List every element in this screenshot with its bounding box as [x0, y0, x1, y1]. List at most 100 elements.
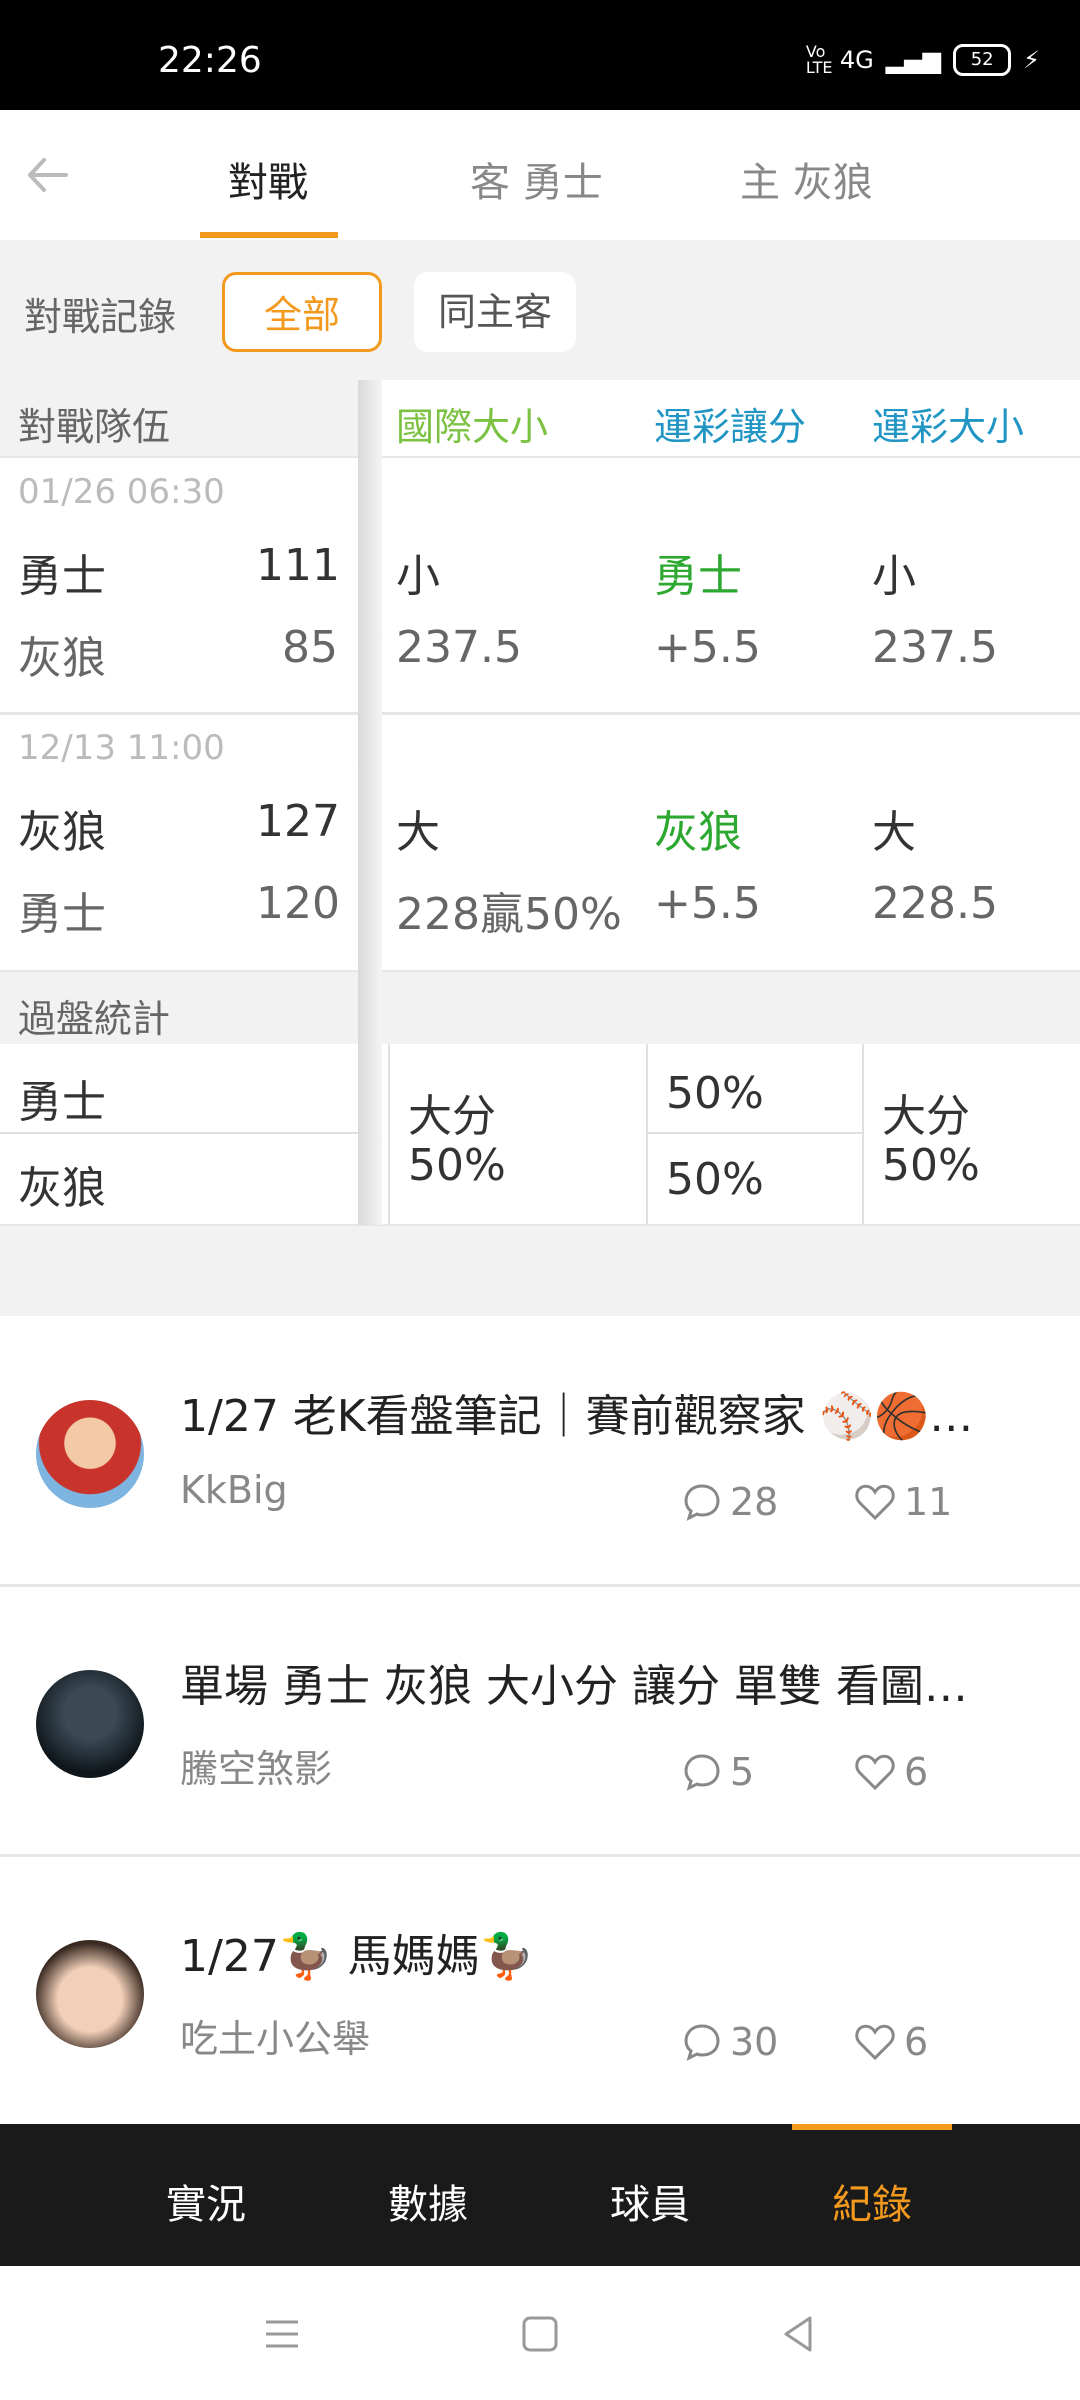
comment-icon [684, 2024, 720, 2061]
team-score: 111 [256, 540, 340, 591]
tab-home-team[interactable]: 主 灰狼 [740, 150, 873, 208]
cover-stats-header: 過盤統計 [0, 972, 1080, 1044]
stats-total-pct: 50% [882, 1140, 980, 1191]
comment-icon [684, 1754, 720, 1791]
top-tab-bar: 對戰 客 勇士 主 灰狼 [0, 110, 1080, 243]
table-header: 對戰隊伍 國際大小 運彩讓分 運彩大小 [0, 380, 1080, 458]
like-count[interactable]: 11 [854, 1480, 952, 1524]
spread-line: +5.5 [654, 622, 761, 673]
total-result: 小 [872, 551, 916, 602]
stats-intl-pct: 50% [408, 1140, 506, 1191]
game-date: 01/26 06:30 [18, 472, 225, 512]
spread-result: 灰狼 [654, 807, 742, 858]
comment-count-value: 5 [730, 1750, 755, 1794]
team-score: 120 [256, 878, 340, 929]
avatar [36, 1400, 144, 1508]
intl-line: 237.5 [396, 622, 522, 673]
filter-label: 對戰記錄 [24, 295, 177, 339]
team-name: 灰狼 [18, 807, 106, 858]
total-line: 228.5 [872, 878, 998, 929]
header-teams: 對戰隊伍 [18, 405, 171, 449]
post-author: KkBig [180, 1468, 288, 1512]
status-bar: 22:26 Vo LTE 4G ▂▄▆ 52 ⚡ [0, 0, 1080, 110]
list-item[interactable]: 1/27🦆 馬媽媽🦆 吃土小公舉 30 6 [0, 1856, 1080, 2124]
intl-line: 228贏50% [396, 889, 622, 940]
bottom-nav-indicator [792, 2124, 952, 2130]
game-date: 12/13 11:00 [18, 728, 225, 768]
divider [388, 1044, 390, 1224]
tab-active-indicator [200, 232, 338, 238]
post-title: 1/27 老K看盤筆記｜賽前觀察家 ⚾🏀… [180, 1391, 974, 1442]
list-item[interactable]: 單場 勇士 灰狼 大小分 讓分 單雙 看圖… 騰空煞影 5 6 [0, 1586, 1080, 1857]
like-count[interactable]: 6 [854, 1750, 928, 1794]
heart-icon [855, 2024, 895, 2061]
total-result: 大 [872, 807, 916, 858]
team-name: 灰狼 [18, 633, 106, 684]
like-count-value: 11 [904, 1480, 953, 1524]
intl-result: 小 [396, 551, 440, 602]
table-row: 01/26 06:30 勇士 111 灰狼 85 小 237.5 勇士 +5.5… [0, 456, 1080, 715]
tab-away-team[interactable]: 客 勇士 [470, 150, 603, 208]
heart-icon [855, 1484, 895, 1521]
stats-team: 勇士 [18, 1077, 106, 1128]
stats-spread-pct: 50% [666, 1068, 764, 1119]
team-name: 勇士 [18, 551, 106, 602]
post-author: 騰空煞影 [180, 1747, 333, 1791]
menu-icon[interactable] [262, 2314, 302, 2354]
heart-icon [855, 1754, 895, 1791]
header-total: 運彩大小 [872, 405, 1025, 449]
back-icon[interactable] [778, 2314, 818, 2354]
spread-line: +5.5 [654, 878, 761, 929]
avatar [36, 1670, 144, 1778]
comment-count: 30 [682, 2020, 778, 2064]
divider [648, 1132, 862, 1134]
divider [646, 1044, 648, 1224]
comment-icon [684, 1484, 720, 1521]
cover-stats-label: 過盤統計 [18, 997, 171, 1041]
cover-stats-body: 勇士 灰狼 大分 50% 50% 50% 大分 50% [0, 1044, 1080, 1226]
like-count-value: 6 [904, 2020, 929, 2064]
team-score: 127 [256, 796, 340, 847]
post-title: 單場 勇士 灰狼 大小分 讓分 單雙 看圖… [180, 1661, 968, 1712]
arrow-left-icon [28, 158, 68, 192]
header-spread: 運彩讓分 [654, 405, 807, 449]
bottom-nav: 實況 數據 球員 紀錄 [0, 2124, 1080, 2266]
filter-chip-all[interactable]: 全部 [222, 272, 382, 352]
network-icon: 4G [839, 46, 874, 74]
status-time: 22:26 [158, 40, 262, 81]
stats-spread-pct: 50% [666, 1154, 764, 1205]
spread-result: 勇士 [654, 551, 742, 602]
frozen-column-shadow [358, 380, 382, 1225]
signal-icon: ▂▄▆ [885, 46, 942, 74]
team-name: 勇士 [18, 889, 106, 940]
back-button[interactable] [22, 150, 72, 200]
bottom-nav-players[interactable]: 球員 [610, 2172, 690, 2230]
battery-icon: 52 [953, 44, 1012, 76]
bottom-nav-stats[interactable]: 數據 [388, 2172, 468, 2230]
system-nav-bar [0, 2266, 1080, 2400]
comment-count: 5 [682, 1750, 754, 1794]
post-author: 吃土小公舉 [180, 2017, 371, 2061]
divider [862, 1044, 864, 1224]
volte-icon: Vo LTE [805, 42, 833, 77]
status-icons: Vo LTE 4G ▂▄▆ 52 ⚡ [806, 44, 1040, 76]
divider [0, 1132, 382, 1134]
charging-icon: ⚡ [1023, 46, 1040, 74]
home-icon[interactable] [520, 2314, 560, 2354]
like-count[interactable]: 6 [854, 2020, 928, 2064]
intl-result: 大 [396, 807, 440, 858]
filter-chip-same-home-away[interactable]: 同主客 [414, 272, 576, 352]
total-line: 237.5 [872, 622, 998, 673]
team-score: 85 [282, 622, 338, 673]
comment-count: 28 [682, 1480, 778, 1524]
bottom-nav-live[interactable]: 實況 [166, 2172, 246, 2230]
stats-total-label: 大分 [882, 1091, 970, 1142]
stats-intl-label: 大分 [408, 1091, 496, 1142]
header-intl-total: 國際大小 [396, 405, 549, 449]
bottom-nav-records[interactable]: 紀錄 [832, 2172, 912, 2230]
like-count-value: 6 [904, 1750, 929, 1794]
list-item[interactable]: 1/27 老K看盤筆記｜賽前觀察家 ⚾🏀… KkBig 28 11 [0, 1316, 1080, 1587]
comment-count-value: 30 [730, 2020, 779, 2064]
tab-matchup[interactable]: 對戰 [228, 150, 308, 208]
section-spacer [0, 1226, 1080, 1316]
